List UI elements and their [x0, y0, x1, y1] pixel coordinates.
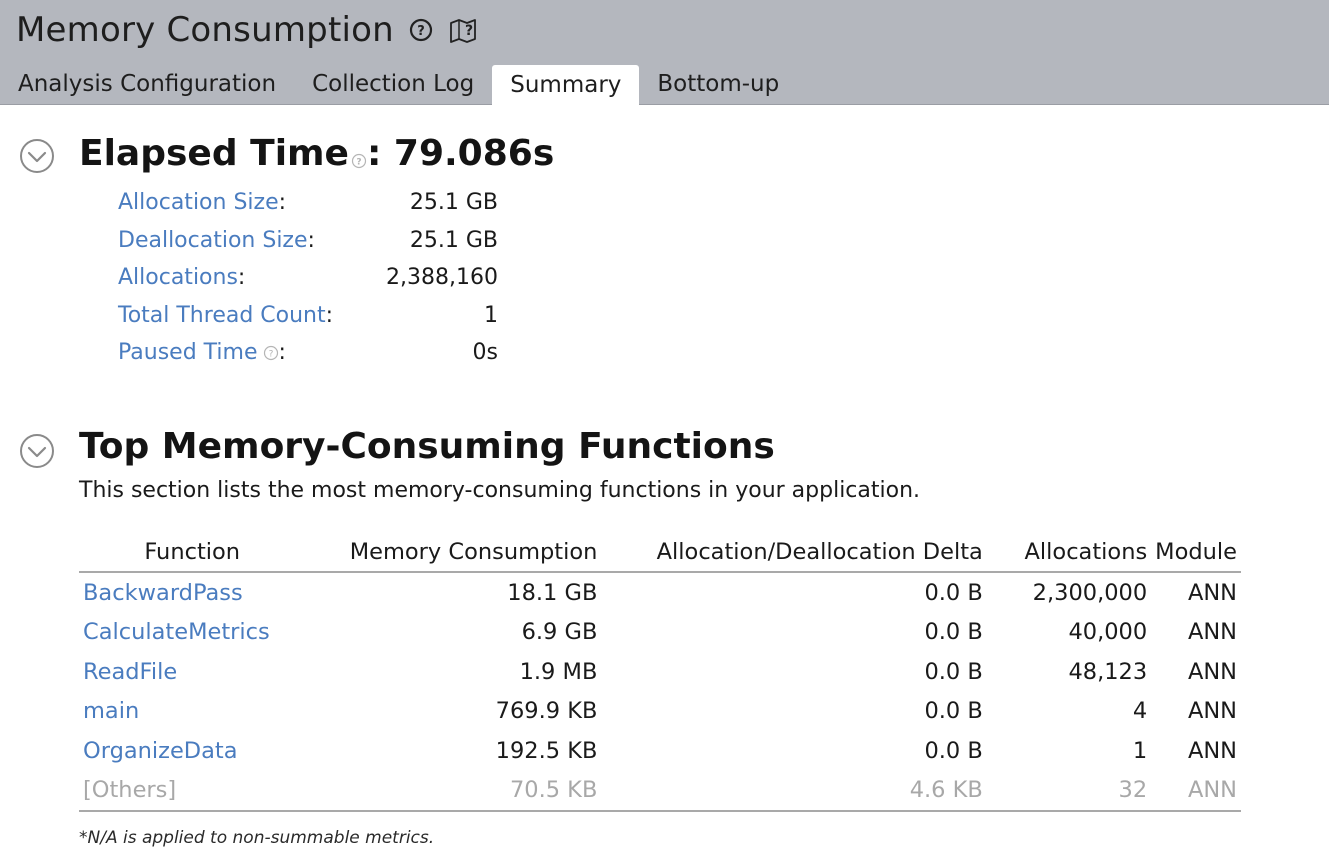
tab-bar: Analysis Configuration Collection Log Su…	[0, 64, 797, 105]
allocations-cell: 40,000	[1068, 619, 1148, 646]
memory-cell: 192.5 KB	[495, 737, 598, 764]
metric-value: 2,388,160	[386, 265, 498, 290]
metric-label-text[interactable]: Total Thread Count	[118, 303, 326, 328]
delta-cell: 0.0 B	[924, 698, 983, 725]
function-link[interactable]: ReadFile	[83, 659, 177, 685]
delta-cell: 0.0 B	[924, 737, 983, 764]
collapse-elapsed-toggle-icon[interactable]	[19, 138, 55, 174]
memory-cell: 6.9 GB	[521, 619, 598, 646]
metric-label-link[interactable]: Allocation Size:	[118, 190, 286, 215]
column-header-memory-consumption[interactable]: Memory Consumption	[305, 533, 602, 573]
delta-cell: 0.0 B	[924, 658, 983, 685]
metric-label-text[interactable]: Allocation Size	[118, 190, 279, 215]
metric-label-text[interactable]: Paused Time	[118, 340, 258, 365]
svg-text:?: ?	[417, 24, 425, 39]
allocations-cell: 4	[1132, 698, 1148, 725]
module-cell: ANN	[1151, 770, 1241, 812]
function-link[interactable]: CalculateMetrics	[83, 619, 270, 645]
elapsed-time-value: : 79.086s	[366, 133, 555, 174]
metric-deallocation-size: Deallocation Size: 25.1 GB	[118, 224, 498, 262]
metric-allocation-size: Allocation Size: 25.1 GB	[118, 186, 498, 224]
function-link[interactable]: main	[83, 698, 139, 724]
metric-value: 0s	[472, 340, 498, 365]
column-header-delta[interactable]: Allocation/Deallocation Delta	[601, 533, 987, 573]
allocations-cell: 2,300,000	[1032, 579, 1148, 606]
tab-bottom-up[interactable]: Bottom-up	[639, 64, 797, 104]
tab-collection-log[interactable]: Collection Log	[294, 64, 492, 104]
metric-label-text[interactable]: Deallocation Size	[118, 228, 308, 253]
metric-label-link[interactable]: Paused Time?:	[118, 340, 286, 367]
footnote: *N/A is applied to non-summable metrics.	[79, 828, 435, 848]
table-row: main 769.9 KB 0.0 B 4 ANN	[79, 692, 1241, 732]
memory-cell: 70.5 KB	[305, 770, 602, 812]
others-label: [Others]	[79, 770, 306, 812]
collapse-top-functions-toggle-icon[interactable]	[19, 433, 55, 469]
module-cell: ANN	[1187, 698, 1237, 725]
allocations-cell: 1	[1132, 737, 1148, 764]
column-header-module[interactable]: Module	[1151, 533, 1241, 573]
metric-paused-time: Paused Time?: 0s	[118, 336, 498, 374]
memory-cell: 18.1 GB	[507, 579, 598, 606]
metric-allocations: Allocations: 2,388,160	[118, 261, 498, 299]
delta-cell: 4.6 KB	[601, 770, 987, 812]
metric-label-link[interactable]: Total Thread Count:	[118, 303, 333, 328]
table-row: OrganizeData 192.5 KB 0.0 B 1 ANN	[79, 731, 1241, 771]
table-header-row: Function Memory Consumption Allocation/D…	[79, 533, 1241, 573]
metric-value: 25.1 GB	[409, 190, 498, 215]
module-cell: ANN	[1187, 658, 1237, 685]
title-row: Memory Consumption ? ?	[16, 8, 480, 52]
metric-label-link[interactable]: Allocations:	[118, 265, 245, 290]
metric-total-thread-count: Total Thread Count: 1	[118, 299, 498, 337]
page-title: Memory Consumption	[16, 10, 394, 50]
delta-cell: 0.0 B	[924, 579, 983, 606]
function-link[interactable]: OrganizeData	[83, 738, 238, 764]
module-cell: ANN	[1187, 737, 1237, 764]
function-link[interactable]: BackwardPass	[83, 580, 243, 606]
memory-cell: 769.9 KB	[495, 698, 598, 725]
table-row: ReadFile 1.9 MB 0.0 B 48,123 ANN	[79, 652, 1241, 692]
table-row-others: [Others] 70.5 KB 4.6 KB 32 ANN	[79, 770, 1241, 812]
window-header: Memory Consumption ? ? Analysis Configur…	[0, 0, 1329, 105]
metric-label-link[interactable]: Deallocation Size:	[118, 228, 315, 253]
memory-cell: 1.9 MB	[519, 658, 598, 685]
delta-cell: 0.0 B	[924, 619, 983, 646]
column-header-function[interactable]: Function	[79, 533, 306, 573]
open-guide-icon[interactable]: ?	[448, 16, 480, 44]
tab-summary[interactable]: Summary	[492, 65, 640, 105]
column-header-allocations[interactable]: Allocations	[986, 533, 1152, 573]
paused-time-help-icon[interactable]: ?	[263, 342, 279, 367]
svg-text:?: ?	[268, 350, 273, 360]
top-functions-table: Function Memory Consumption Allocation/D…	[79, 533, 1241, 812]
table-row: CalculateMetrics 6.9 GB 0.0 B 40,000 ANN	[79, 613, 1241, 653]
table-row: BackwardPass 18.1 GB 0.0 B 2,300,000 ANN	[79, 572, 1241, 613]
metric-value: 25.1 GB	[409, 227, 498, 253]
elapsed-metrics: Allocation Size: 25.1 GB Deallocation Si…	[118, 186, 498, 374]
top-functions-description: This section lists the most memory-consu…	[79, 478, 921, 503]
elapsed-time-heading: Elapsed Time? : 79.086s	[79, 133, 554, 178]
top-functions-heading: Top Memory-Consuming Functions	[79, 426, 775, 467]
help-circle-icon[interactable]: ?	[408, 17, 434, 43]
svg-text:?: ?	[356, 158, 361, 168]
elapsed-help-icon[interactable]: ?	[351, 137, 367, 178]
metric-value: 1	[484, 302, 498, 328]
tab-analysis-configuration[interactable]: Analysis Configuration	[0, 64, 294, 104]
allocations-cell: 48,123	[1068, 658, 1148, 685]
module-cell: ANN	[1187, 619, 1237, 646]
svg-text:?: ?	[465, 23, 473, 39]
elapsed-time-label: Elapsed Time	[79, 133, 349, 174]
module-cell: ANN	[1187, 579, 1237, 606]
allocations-cell: 32	[986, 770, 1152, 812]
metric-label-text[interactable]: Allocations	[118, 265, 238, 290]
